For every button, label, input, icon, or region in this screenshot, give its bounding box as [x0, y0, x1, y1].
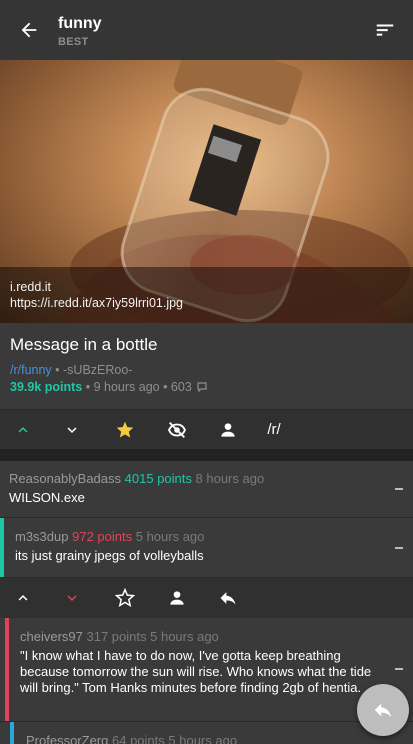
thread-depth-bar: [0, 518, 4, 577]
collapse-icon[interactable]: [395, 547, 403, 549]
post-author[interactable]: -sUBzERoo-: [63, 363, 132, 377]
post-points: 39.9k points: [10, 380, 83, 394]
reply-icon: [220, 592, 236, 605]
collapse-icon[interactable]: [395, 488, 403, 490]
thread-depth-bar: [10, 722, 14, 744]
arrow-left-icon: [21, 22, 37, 38]
save-button[interactable]: [98, 410, 152, 450]
comment-author[interactable]: ProfessorZerg: [26, 733, 108, 744]
comment-save-button[interactable]: [98, 578, 152, 618]
collapse-icon[interactable]: [395, 668, 403, 670]
comment-header: ReasonablyBadass 4015 points 8 hours ago: [9, 471, 404, 486]
sort-label: BEST: [58, 35, 89, 48]
subreddit-title: funny: [58, 14, 102, 32]
post-meta: /r/funny • -sUBzERoo-: [10, 363, 403, 377]
comment-icon: [197, 382, 207, 393]
comment-author-button[interactable]: [152, 578, 202, 618]
comment-body: WILSON.exe: [9, 490, 85, 505]
comment-header: ProfessorZerg 64 points 5 hours ago: [26, 733, 383, 744]
image-domain: i.redd.it: [10, 280, 51, 294]
hide-button[interactable]: [152, 410, 202, 450]
comment-body: "I know what I have to do now, I've gott…: [20, 648, 372, 695]
comment-downvote-button[interactable]: [46, 578, 98, 618]
eye-off-icon: [168, 421, 186, 438]
post-action-bar: /r/: [0, 409, 413, 449]
subreddit-link[interactable]: /r/funny: [10, 363, 52, 377]
chevron-up-icon: [18, 426, 28, 433]
app-bar: funny BEST: [0, 0, 413, 60]
chevron-down-icon: [67, 426, 77, 433]
star-outline-icon: [115, 588, 135, 608]
comment-author[interactable]: m3s3dup: [15, 529, 68, 544]
reply-fab[interactable]: [357, 684, 409, 736]
comment-time: 5 hours ago: [150, 629, 219, 644]
comment-count: 603: [170, 380, 192, 394]
comment-header: cheivers97 317 points 5 hours ago: [20, 629, 383, 644]
comment-time: 5 hours ago: [168, 733, 238, 744]
chevron-down-icon: [67, 595, 77, 601]
comment-item[interactable]: ReasonablyBadass 4015 points 8 hours ago…: [0, 461, 413, 518]
post-stats: 39.9k points • 9 hours ago • 603: [10, 380, 403, 394]
comment-points: 4015 points: [124, 471, 192, 486]
sort-button[interactable]: [357, 0, 413, 60]
person-icon: [221, 422, 235, 437]
comment-item[interactable]: m3s3dup 972 points 5 hours ago its just …: [0, 518, 413, 578]
chevron-up-icon: [18, 595, 28, 601]
comment-points: 317 points: [86, 629, 147, 644]
meta-separator: •: [51, 363, 64, 377]
comment-item[interactable]: cheivers97 317 points 5 hours ago "I kno…: [0, 618, 413, 722]
comment-reply-button[interactable]: [202, 578, 254, 618]
comment-points: 64 points: [112, 733, 165, 744]
open-subreddit-button[interactable]: /r/: [254, 410, 294, 450]
comment-author[interactable]: cheivers97: [20, 629, 83, 644]
subreddit-shortcut-label: /r/: [267, 421, 281, 438]
section-divider: [0, 449, 413, 461]
person-icon: [170, 591, 184, 605]
comment-points: 972 points: [72, 529, 133, 544]
comment-time: 8 hours ago: [195, 471, 265, 486]
star-icon: [116, 421, 134, 437]
comment-action-bar: [0, 578, 413, 618]
post-image[interactable]: i.redd.it https://i.redd.it/ax7iy59lrri0…: [0, 60, 413, 323]
author-profile-button[interactable]: [202, 410, 254, 450]
comment-item[interactable]: ProfessorZerg 64 points 5 hours ago: [0, 722, 413, 744]
comment-author[interactable]: ReasonablyBadass: [9, 471, 121, 486]
sort-icon: [376, 24, 394, 36]
reply-icon: [374, 703, 392, 718]
comment-time: 5 hours ago: [135, 529, 205, 544]
comment-body: its just grainy jpegs of volleyballs: [15, 548, 204, 563]
post-time: • 9 hours ago •: [82, 380, 171, 394]
comment-upvote-button[interactable]: [0, 578, 46, 618]
post-title: Message in a bottle: [10, 335, 158, 354]
image-caption: i.redd.it https://i.redd.it/ax7iy59lrri0…: [0, 267, 413, 323]
back-button[interactable]: [0, 0, 58, 60]
upvote-button[interactable]: [0, 410, 46, 450]
image-url[interactable]: https://i.redd.it/ax7iy59lrri01.jpg: [10, 295, 403, 311]
post-header: Message in a bottle /r/funny • -sUBzERoo…: [0, 323, 413, 409]
downvote-button[interactable]: [46, 410, 98, 450]
title-block: funny BEST: [58, 13, 357, 48]
thread-depth-bar: [5, 618, 9, 721]
comment-header: m3s3dup 972 points 5 hours ago: [15, 529, 404, 544]
